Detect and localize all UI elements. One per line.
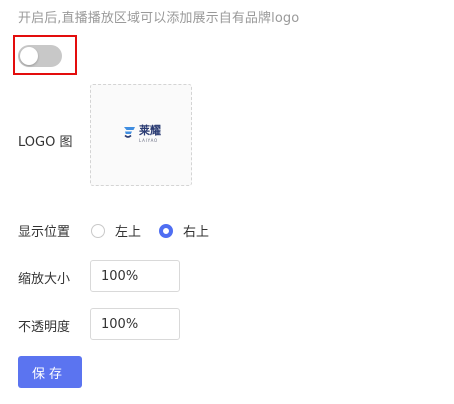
radio-top-left[interactable]: 左上 — [91, 221, 141, 240]
opacity-input[interactable] — [90, 308, 180, 340]
radio-top-right-dot — [159, 223, 173, 238]
brand-logo-icon — [124, 127, 135, 138]
switch-knob — [20, 47, 38, 65]
radio-top-right-label: 右上 — [183, 225, 210, 240]
radio-top-left-label: 左上 — [115, 225, 142, 240]
brand-logo-text: 莱耀 — [139, 124, 161, 137]
brand-logo-subtext: LAIYAO — [139, 138, 158, 143]
scale-label: 缩放大小 — [18, 272, 71, 287]
radio-top-left-dot — [91, 223, 105, 238]
radio-top-right[interactable]: 右上 — [159, 221, 209, 240]
logo-label: LOGO 图 — [18, 135, 73, 150]
settings-hint: 开启后,直播播放区域可以添加展示自有品牌logo — [18, 11, 300, 26]
save-button[interactable]: 保存 — [18, 356, 82, 388]
scale-input[interactable] — [90, 260, 180, 292]
position-label: 显示位置 — [18, 225, 71, 240]
logo-upload-box[interactable]: 莱耀 LAIYAO — [90, 84, 192, 186]
opacity-label: 不透明度 — [18, 320, 71, 335]
logo-toggle-switch[interactable] — [18, 45, 62, 67]
